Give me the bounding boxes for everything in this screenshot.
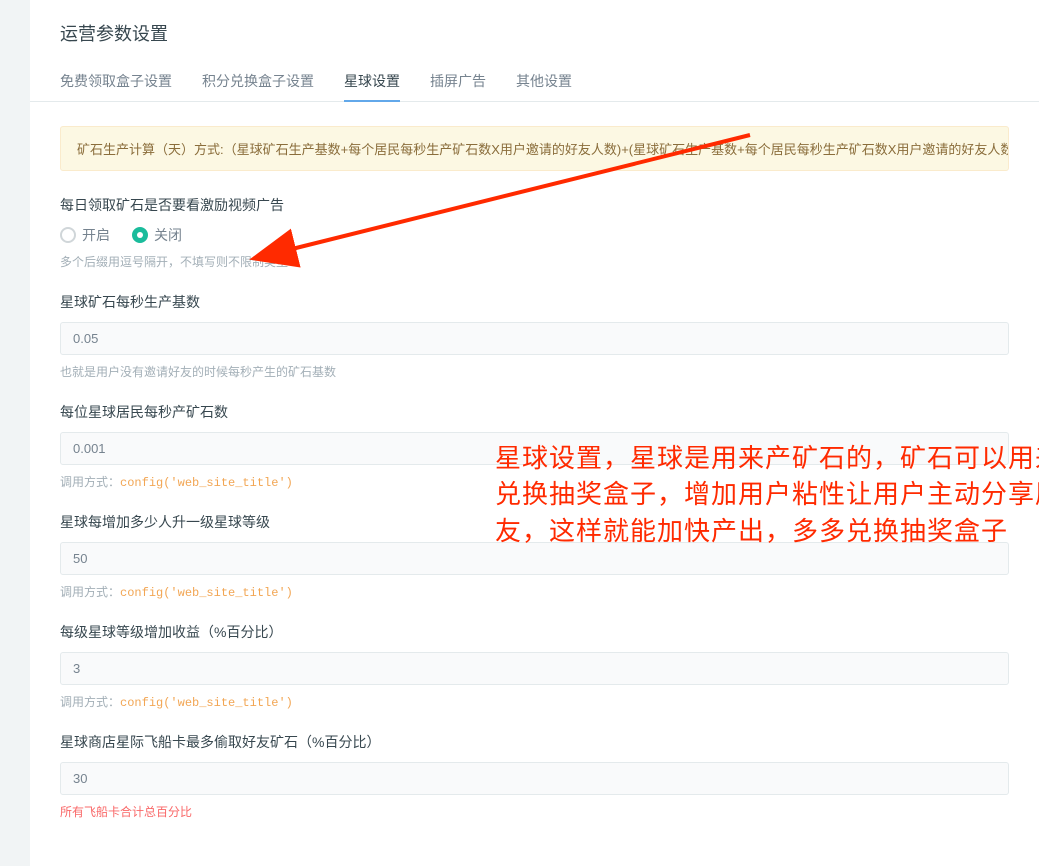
help-text: 多个后缀用逗号隔开，不填写则不限制类型 bbox=[60, 253, 1009, 270]
tab-interstitial-ad[interactable]: 插屏广告 bbox=[430, 61, 486, 101]
field-label: 星球每增加多少人升一级星球等级 bbox=[60, 512, 1009, 532]
field-video-ad: 每日领取矿石是否要看激励视频广告 开启 关闭 多个后缀用逗号隔开，不填写则不限制… bbox=[60, 195, 1009, 270]
field-label: 每级星球等级增加收益（%百分比） bbox=[60, 622, 1009, 642]
help-text: 也就是用户没有邀请好友的时候每秒产生的矿石基数 bbox=[60, 363, 1009, 380]
ore-formula-alert: 矿石生产计算（天）方式:（星球矿石生产基数+每个居民每秒生产矿石数X用户邀请的好… bbox=[60, 126, 1009, 171]
field-resident-ore: 每位星球居民每秒产矿石数 调用方式：config('web_site_title… bbox=[60, 402, 1009, 490]
planet-level-input[interactable] bbox=[60, 542, 1009, 575]
field-planet-level: 星球每增加多少人升一级星球等级 调用方式：config('web_site_ti… bbox=[60, 512, 1009, 600]
tab-bar: 免费领取盒子设置 积分兑换盒子设置 星球设置 插屏广告 其他设置 bbox=[30, 61, 1039, 102]
radio-on[interactable]: 开启 bbox=[60, 225, 110, 245]
field-label: 每日领取矿石是否要看激励视频广告 bbox=[60, 195, 1009, 215]
field-label: 星球商店星际飞船卡最多偷取好友矿石（%百分比） bbox=[60, 732, 1009, 752]
resident-ore-input[interactable] bbox=[60, 432, 1009, 465]
field-ore-base: 星球矿石每秒生产基数 也就是用户没有邀请好友的时候每秒产生的矿石基数 bbox=[60, 292, 1009, 380]
page-title: 运营参数设置 bbox=[30, 0, 1039, 61]
tab-free-box[interactable]: 免费领取盒子设置 bbox=[60, 61, 172, 101]
radio-label: 开启 bbox=[82, 225, 110, 245]
help-text: 调用方式：config('web_site_title') bbox=[60, 473, 1009, 490]
field-steal-max: 星球商店星际飞船卡最多偷取好友矿石（%百分比） 所有飞船卡合计总百分比 bbox=[60, 732, 1009, 820]
help-text: 调用方式：config('web_site_title') bbox=[60, 693, 1009, 710]
level-bonus-input[interactable] bbox=[60, 652, 1009, 685]
tab-points-box[interactable]: 积分兑换盒子设置 bbox=[202, 61, 314, 101]
field-level-bonus: 每级星球等级增加收益（%百分比） 调用方式：config('web_site_t… bbox=[60, 622, 1009, 710]
ore-base-input[interactable] bbox=[60, 322, 1009, 355]
tab-other[interactable]: 其他设置 bbox=[516, 61, 572, 101]
tab-planet[interactable]: 星球设置 bbox=[344, 61, 400, 101]
page-panel: 运营参数设置 免费领取盒子设置 积分兑换盒子设置 星球设置 插屏广告 其他设置 … bbox=[30, 0, 1039, 866]
field-label: 每位星球居民每秒产矿石数 bbox=[60, 402, 1009, 422]
help-text: 调用方式：config('web_site_title') bbox=[60, 583, 1009, 600]
help-text: 所有飞船卡合计总百分比 bbox=[60, 803, 1009, 820]
form-content: 矿石生产计算（天）方式:（星球矿石生产基数+每个居民每秒生产矿石数X用户邀请的好… bbox=[30, 102, 1039, 866]
radio-icon bbox=[132, 227, 148, 243]
radio-off[interactable]: 关闭 bbox=[132, 225, 182, 245]
field-label: 星球矿石每秒生产基数 bbox=[60, 292, 1009, 312]
radio-icon bbox=[60, 227, 76, 243]
radio-label: 关闭 bbox=[154, 225, 182, 245]
